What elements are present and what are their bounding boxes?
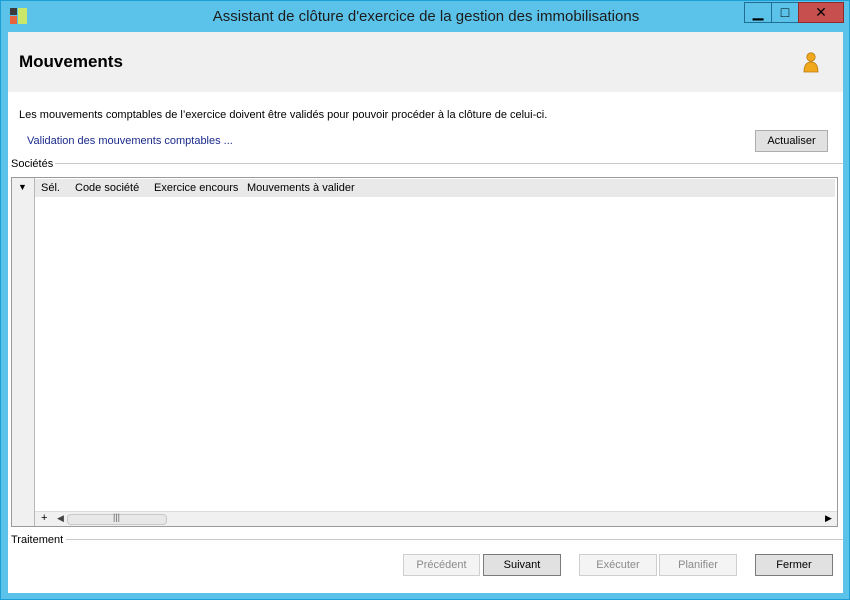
scroll-right-icon[interactable]: ▶: [825, 513, 832, 524]
user-icon: [803, 52, 819, 73]
horizontal-scrollbar[interactable]: + ◀ ||| ▶: [35, 511, 837, 526]
planifier-button[interactable]: Planifier: [659, 554, 737, 576]
maximize-icon: □: [780, 4, 790, 20]
application-window: Assistant de clôture d'exercice de la ge…: [0, 0, 850, 600]
societes-label: Sociétés: [11, 158, 56, 170]
fermer-button[interactable]: Fermer: [755, 554, 833, 576]
precedent-button[interactable]: Précédent: [403, 554, 480, 576]
societes-grid[interactable]: ▼ Sél. Code société Exercice encours Mou…: [11, 177, 838, 527]
column-header-code-societe[interactable]: Code société: [75, 182, 139, 194]
minimize-icon: ▁: [752, 4, 764, 20]
close-icon: ✕: [815, 4, 827, 20]
suivant-button[interactable]: Suivant: [483, 554, 561, 576]
window-title: Assistant de clôture d'exercice de la ge…: [212, 8, 640, 25]
traitement-label: Traitement: [11, 534, 66, 546]
actualiser-button[interactable]: Actualiser: [755, 130, 828, 152]
title-bar[interactable]: Assistant de clôture d'exercice de la ge…: [1, 1, 849, 32]
executer-button[interactable]: Exécuter: [579, 554, 657, 576]
scroll-thumb[interactable]: |||: [67, 512, 167, 525]
chevron-down-icon[interactable]: ▼: [18, 182, 27, 192]
close-button[interactable]: ✕: [798, 2, 844, 23]
column-header-mouvements-a-valider[interactable]: Mouvements à valider: [247, 182, 355, 194]
column-header-exercice-encours[interactable]: Exercice encours: [154, 182, 238, 194]
plus-icon[interactable]: +: [41, 512, 47, 524]
info-message: Les mouvements comptables de l’exercice …: [19, 109, 548, 121]
grid-row-header: ▼: [12, 178, 35, 526]
traitement-divider: [66, 539, 843, 540]
grid-header: Sél. Code société Exercice encours Mouve…: [35, 179, 835, 197]
status-text: Validation des mouvements comptables ...: [27, 135, 233, 147]
page-title: Mouvements: [19, 52, 123, 71]
societes-divider: [54, 163, 843, 164]
maximize-button[interactable]: □: [771, 2, 799, 23]
wizard-content: Mouvements Les mouvements comptables de …: [8, 32, 843, 593]
wizard-header: Mouvements: [8, 32, 843, 92]
column-header-sel[interactable]: Sél.: [41, 182, 60, 194]
grip-icon: |||: [113, 512, 121, 522]
minimize-button[interactable]: ▁: [744, 2, 772, 23]
scroll-left-icon[interactable]: ◀: [57, 513, 64, 524]
